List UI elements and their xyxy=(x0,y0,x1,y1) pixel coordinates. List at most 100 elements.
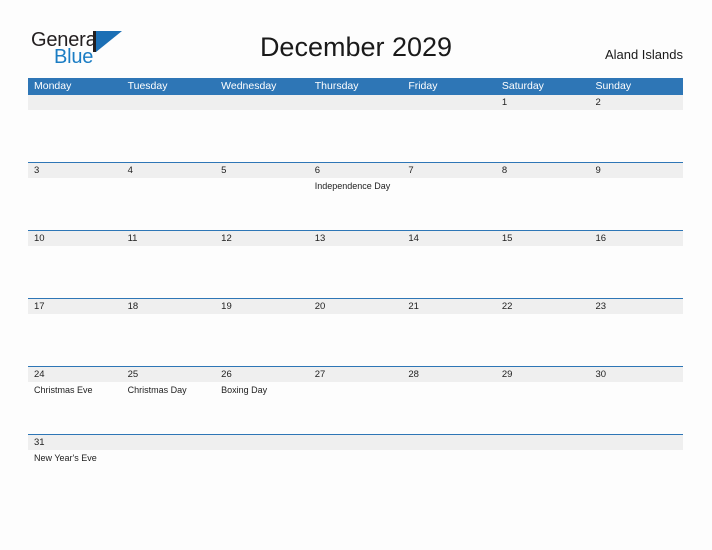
day-number-2[interactable]: 2 xyxy=(589,95,683,110)
day-events-cell xyxy=(122,314,216,366)
calendar-week-row: 24 25 26 27 28 29 30 Christmas Eve Christmas Day… xyxy=(28,366,683,434)
week-date-number-band: 10 11 12 13 14 15 16 xyxy=(28,231,683,246)
day-events-cell xyxy=(28,178,122,230)
holiday-event-label: Christmas Eve xyxy=(34,385,93,395)
weekday-header-saturday: Saturday xyxy=(501,80,544,92)
week-events-band xyxy=(28,314,683,366)
week-date-number-band: 3456789 xyxy=(28,163,683,178)
weekday-header-friday: Friday xyxy=(408,80,438,92)
calendar-week-row: 31 New Year's Eve xyxy=(28,434,683,502)
day-events-cell xyxy=(589,110,683,162)
day-number-1[interactable]: 1 xyxy=(496,95,590,110)
calendar-week-row: 12 xyxy=(28,95,683,162)
day-events-cell xyxy=(28,110,122,162)
week-events-band xyxy=(28,246,683,298)
day-number-19[interactable]: 19 xyxy=(215,299,309,314)
day-number-21[interactable]: 21 xyxy=(402,299,496,314)
day-events-cell xyxy=(496,178,590,230)
day-events-cell xyxy=(28,314,122,366)
day-events-cell xyxy=(309,450,403,502)
day-number-5[interactable]: 5 xyxy=(215,163,309,178)
day-events-cell: Christmas Day xyxy=(122,382,216,434)
calendar-weeks: 1 2 3 4 5 6 7 8 9 Independence Day 10 11 12 13 14 15 16 1… xyxy=(28,95,683,502)
day-events-cell xyxy=(215,450,309,502)
day-cell-empty xyxy=(122,95,216,110)
day-number-17[interactable]: 17 xyxy=(28,299,122,314)
day-events-cell xyxy=(496,450,590,502)
day-number-14[interactable]: 14 xyxy=(402,231,496,246)
day-number-6[interactable]: 6 xyxy=(309,163,403,178)
day-number-25[interactable]: 25 xyxy=(122,367,216,382)
day-events-cell xyxy=(589,314,683,366)
weekday-header-tuesday: Tuesday xyxy=(127,80,168,92)
country-label: Aland Islands xyxy=(604,47,683,62)
day-number-7[interactable]: 7 xyxy=(402,163,496,178)
day-number-24[interactable]: 24 xyxy=(28,367,122,382)
day-events-cell xyxy=(215,110,309,162)
day-events-cell xyxy=(215,246,309,298)
day-events-cell: Christmas Eve xyxy=(28,382,122,434)
day-events-cell xyxy=(122,178,216,230)
week-date-number-band: 31 xyxy=(28,435,683,450)
day-events-cell xyxy=(402,178,496,230)
day-cell-empty xyxy=(589,435,683,450)
day-events-cell xyxy=(402,382,496,434)
week-date-number-band: 12 xyxy=(28,95,683,110)
calendar-week-row: 17 18 19 20 21 22 23 xyxy=(28,298,683,366)
day-number-27[interactable]: 27 xyxy=(309,367,403,382)
day-number-8[interactable]: 8 xyxy=(496,163,590,178)
day-number-13[interactable]: 13 xyxy=(309,231,403,246)
day-number-10[interactable]: 10 xyxy=(28,231,122,246)
week-events-band: Independence Day xyxy=(28,178,683,230)
page-header: General Blue December 2029 Aland Islands xyxy=(0,0,712,78)
day-cell-empty xyxy=(402,95,496,110)
day-events-cell xyxy=(402,110,496,162)
week-date-number-band: 17 18 19 20 21 22 23 xyxy=(28,299,683,314)
day-cell-empty xyxy=(402,435,496,450)
day-number-23[interactable]: 23 xyxy=(589,299,683,314)
day-number-4[interactable]: 4 xyxy=(122,163,216,178)
day-number-18[interactable]: 18 xyxy=(122,299,216,314)
day-events-cell xyxy=(402,314,496,366)
day-cell-empty xyxy=(28,95,122,110)
week-events-band: Christmas Eve Christmas Day Boxing Day xyxy=(28,382,683,434)
day-number-28[interactable]: 28 xyxy=(402,367,496,382)
day-cell-empty xyxy=(122,435,216,450)
day-events-cell: Independence Day xyxy=(309,178,403,230)
week-events-band xyxy=(28,110,683,162)
day-number-26[interactable]: 26 xyxy=(215,367,309,382)
day-cell-empty xyxy=(215,95,309,110)
weekday-header-row: Monday Tuesday Wednesday Thursday Friday Satu… xyxy=(28,78,683,95)
day-number-29[interactable]: 29 xyxy=(496,367,590,382)
calendar-week-row: 3 4 5 6 7 8 9 Independence Day xyxy=(28,162,683,230)
weekday-header-wednesday: Wednesday xyxy=(221,80,277,92)
day-events-cell xyxy=(589,246,683,298)
day-cell-empty xyxy=(309,95,403,110)
day-events-cell: New Year's Eve xyxy=(28,450,122,502)
day-number-22[interactable]: 22 xyxy=(496,299,590,314)
day-events-cell xyxy=(402,450,496,502)
day-events-cell xyxy=(496,314,590,366)
day-number-30[interactable]: 30 xyxy=(589,367,683,382)
day-number-20[interactable]: 20 xyxy=(309,299,403,314)
day-number-11[interactable]: 11 xyxy=(122,231,216,246)
holiday-event-label: New Year's Eve xyxy=(34,453,97,463)
day-cell-empty xyxy=(496,435,590,450)
day-cell-empty xyxy=(215,435,309,450)
day-events-cell xyxy=(309,246,403,298)
day-number-3[interactable]: 3 xyxy=(28,163,122,178)
day-cell-empty xyxy=(309,435,403,450)
weekday-header-monday: Monday xyxy=(34,80,72,92)
day-number-12[interactable]: 12 xyxy=(215,231,309,246)
day-events-cell xyxy=(589,382,683,434)
day-events-cell xyxy=(589,450,683,502)
day-number-16[interactable]: 16 xyxy=(589,231,683,246)
day-number-15[interactable]: 15 xyxy=(496,231,590,246)
weekday-header-sunday: Sunday xyxy=(595,80,632,92)
day-number-31[interactable]: 31 xyxy=(28,435,122,450)
holiday-event-label: Independence Day xyxy=(314,181,391,191)
day-number-9[interactable]: 9 xyxy=(589,163,683,178)
day-events-cell xyxy=(496,246,590,298)
day-events-cell xyxy=(215,314,309,366)
day-events-cell xyxy=(496,110,590,162)
